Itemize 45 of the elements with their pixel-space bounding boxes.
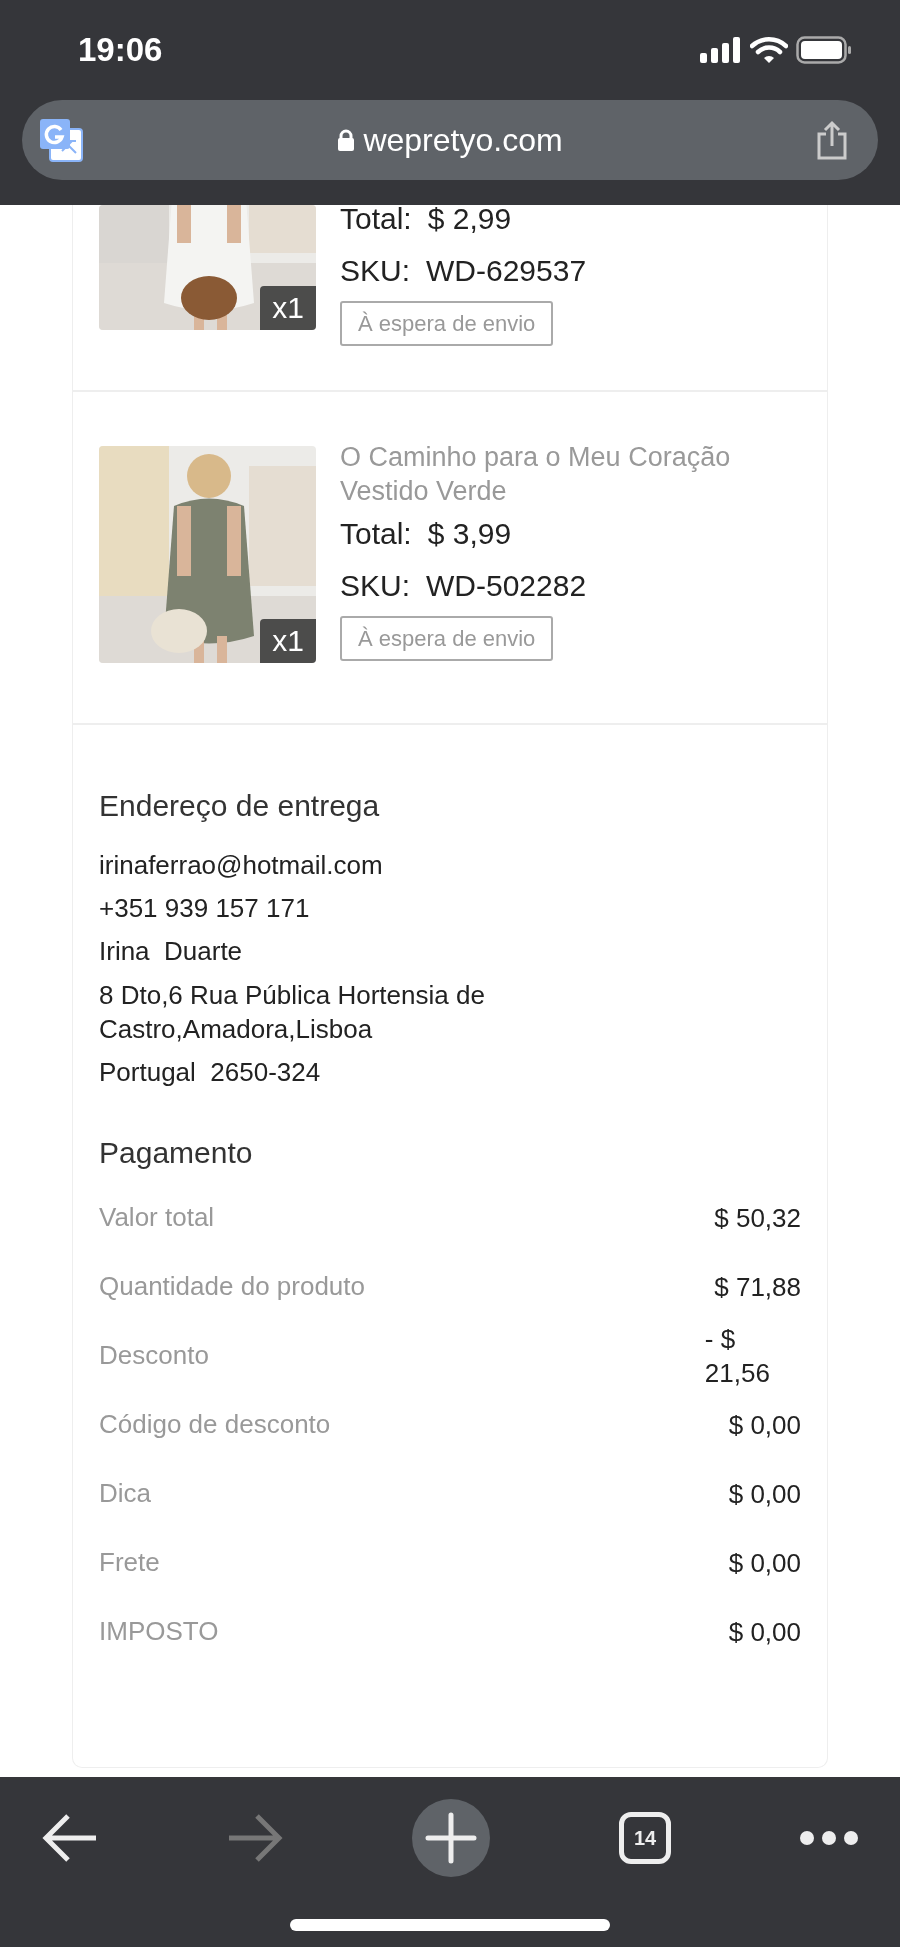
section-heading: Endereço de entrega xyxy=(99,788,381,824)
clock-time: 19:06 xyxy=(78,30,163,71)
payment-amount: $ 71,88 xyxy=(714,1270,801,1304)
quantity-badge: x1 xyxy=(260,286,316,330)
translate-icon[interactable] xyxy=(38,117,84,163)
new-tab-button[interactable] xyxy=(412,1799,490,1877)
address-line: irinaferrao@hotmail.com xyxy=(99,849,384,882)
total-price: $ 3,99 xyxy=(427,516,512,552)
payment-label: Valor total xyxy=(99,1201,215,1234)
address-line: +351 939 157 171 xyxy=(99,892,311,925)
share-icon[interactable] xyxy=(816,120,848,160)
payment-label: Dica xyxy=(99,1477,151,1510)
more-icon[interactable] xyxy=(800,1831,858,1845)
url-text[interactable]: wepretyo.com xyxy=(363,116,563,164)
tab-count-button[interactable]: 14 xyxy=(619,1812,671,1864)
quantity-badge: x1 xyxy=(260,619,316,663)
lock-icon xyxy=(337,129,356,151)
payment-amount: $ 50,32 xyxy=(714,1201,801,1235)
sku-label: SKU: xyxy=(340,253,411,289)
back-arrow-icon[interactable] xyxy=(42,1812,98,1864)
payment-amount: $ 0,00 xyxy=(728,1477,801,1511)
signal-icon xyxy=(700,37,742,63)
payment-label: Código de desconto xyxy=(99,1408,331,1441)
payment-amount: - $ 21,56 xyxy=(704,1322,771,1390)
sku-label: SKU: xyxy=(340,568,411,604)
payment-label: Desconto xyxy=(99,1339,209,1372)
payment-amount: $ 0,00 xyxy=(728,1546,801,1580)
battery-icon xyxy=(796,36,852,64)
payment-label: Quantidade do produto xyxy=(99,1270,365,1303)
status-tag: À espera de envio xyxy=(340,616,554,661)
total-label: Total: xyxy=(340,516,412,552)
total-label: Total: xyxy=(340,205,412,237)
payment-amount: $ 0,00 xyxy=(728,1615,801,1649)
payment-label: IMPOSTO xyxy=(99,1615,219,1648)
section-heading: Pagamento xyxy=(99,1135,254,1171)
status-tag: À espera de envio xyxy=(340,301,554,346)
address-line: Portugal 2650-324 xyxy=(99,1056,322,1089)
sku-code: WD-502282 xyxy=(426,568,587,604)
sku-code: WD-629537 xyxy=(426,253,587,289)
total-price: $ 2,99 xyxy=(427,205,512,237)
payment-amount: $ 0,00 xyxy=(728,1408,801,1442)
payment-label: Frete xyxy=(99,1546,160,1579)
address-line: Irina Duarte xyxy=(99,935,244,968)
wifi-icon xyxy=(750,36,788,64)
address-line: 8 Dto,6 Rua Pública Hortensia de Castro,Amadora,Lisboa xyxy=(99,979,486,1046)
